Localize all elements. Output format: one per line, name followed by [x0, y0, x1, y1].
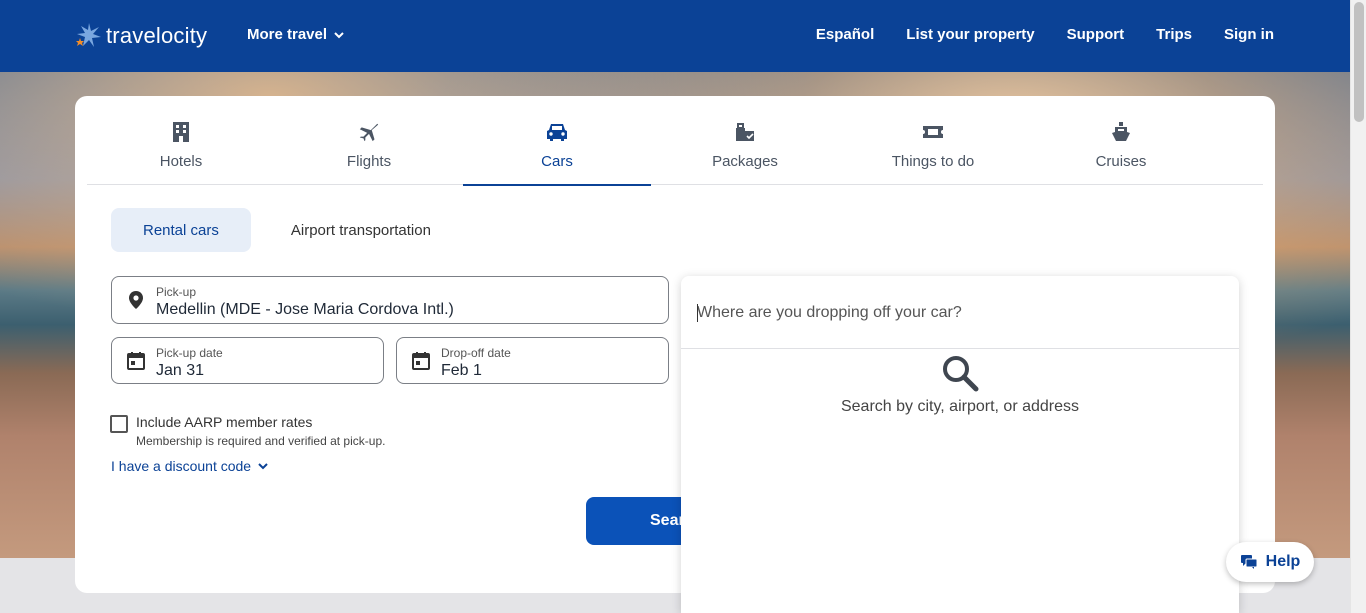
- logo-star-icon: [76, 23, 101, 47]
- language-link[interactable]: Español: [816, 26, 874, 43]
- chevron-down-icon: [258, 463, 268, 470]
- pickup-location-field[interactable]: Pick-up Medellin (MDE - Jose Maria Cordo…: [111, 276, 669, 324]
- hotel-icon: [169, 120, 193, 144]
- pickup-date-field[interactable]: Pick-up date Jan 31: [111, 337, 384, 384]
- discount-label: I have a discount code: [111, 458, 252, 474]
- top-nav-bar: travelocity More travel Español List you…: [0, 0, 1366, 72]
- pickup-label: Pick-up: [156, 285, 197, 299]
- list-property-link[interactable]: List your property: [906, 26, 1034, 43]
- plane-icon: [357, 120, 381, 144]
- cruise-icon: [1109, 120, 1133, 144]
- calendar-icon: [412, 351, 430, 370]
- sign-in-link[interactable]: Sign in: [1224, 26, 1274, 43]
- aarp-checkbox[interactable]: [110, 415, 128, 433]
- help-label: Help: [1265, 553, 1301, 570]
- scrollbar-thumb[interactable]: [1354, 2, 1364, 122]
- tab-label: Flights: [346, 153, 392, 170]
- tab-label: Cruises: [1095, 153, 1147, 170]
- dropoff-date-label: Drop-off date: [441, 346, 511, 360]
- text-cursor: [697, 304, 698, 322]
- discount-code-toggle[interactable]: I have a discount code: [111, 458, 269, 474]
- trips-link[interactable]: Trips: [1156, 26, 1192, 43]
- support-link[interactable]: Support: [1067, 26, 1125, 43]
- tab-label: Packages: [712, 153, 778, 170]
- tab-airport-transportation[interactable]: Airport transportation: [259, 208, 463, 252]
- calendar-icon: [127, 351, 145, 370]
- tab-cruises[interactable]: Cruises: [1027, 96, 1215, 185]
- travelocity-logo[interactable]: travelocity: [74, 18, 207, 54]
- dropoff-search-hint: Search by city, airport, or address: [840, 398, 1080, 415]
- pickup-value: Medellin (MDE - Jose Maria Cordova Intl.…: [156, 301, 454, 318]
- pickup-date-label: Pick-up date: [156, 346, 223, 360]
- pickup-date-value: Jan 31: [156, 362, 205, 379]
- help-button[interactable]: Help: [1226, 542, 1314, 582]
- search-icon: [943, 356, 979, 392]
- dropoff-input-row: [681, 276, 1239, 349]
- packages-icon: [733, 120, 757, 144]
- location-pin-icon: [129, 291, 143, 309]
- tab-hotels[interactable]: Hotels: [87, 96, 275, 185]
- more-travel-menu[interactable]: More travel: [247, 26, 345, 43]
- search-button-label: Sear: [650, 512, 685, 529]
- page-scrollbar[interactable]: [1350, 0, 1366, 613]
- tab-flights[interactable]: Flights: [275, 96, 463, 185]
- tab-label: Things to do: [891, 153, 975, 170]
- logo-text: travelocity: [106, 23, 208, 48]
- aarp-note: Membership is required and verified at p…: [136, 434, 386, 448]
- dropoff-location-panel: Search by city, airport, or address: [681, 276, 1239, 613]
- header-links: Español List your property Support Trips…: [816, 26, 1274, 43]
- chat-icon: [1240, 555, 1258, 569]
- chevron-down-icon: [334, 31, 344, 38]
- more-travel-label: More travel: [247, 26, 328, 43]
- tab-cars[interactable]: Cars: [463, 96, 651, 186]
- tab-rental-cars[interactable]: Rental cars: [111, 208, 251, 252]
- dropoff-date-field[interactable]: Drop-off date Feb 1: [396, 337, 669, 384]
- tab-label: Hotels: [159, 153, 203, 170]
- ticket-icon: [921, 120, 945, 144]
- tab-packages[interactable]: Packages: [651, 96, 839, 185]
- car-subtabs: Rental cars Airport transportation: [111, 208, 463, 252]
- tab-things-to-do[interactable]: Things to do: [839, 96, 1027, 185]
- dropoff-location-input[interactable]: [697, 296, 1217, 330]
- car-icon: [545, 120, 569, 144]
- travel-tabs: Hotels Flights Cars Packages Things to d…: [87, 96, 1263, 186]
- aarp-label: Include AARP member rates: [136, 414, 313, 430]
- tab-label: Cars: [541, 153, 573, 170]
- dropoff-date-value: Feb 1: [441, 362, 482, 379]
